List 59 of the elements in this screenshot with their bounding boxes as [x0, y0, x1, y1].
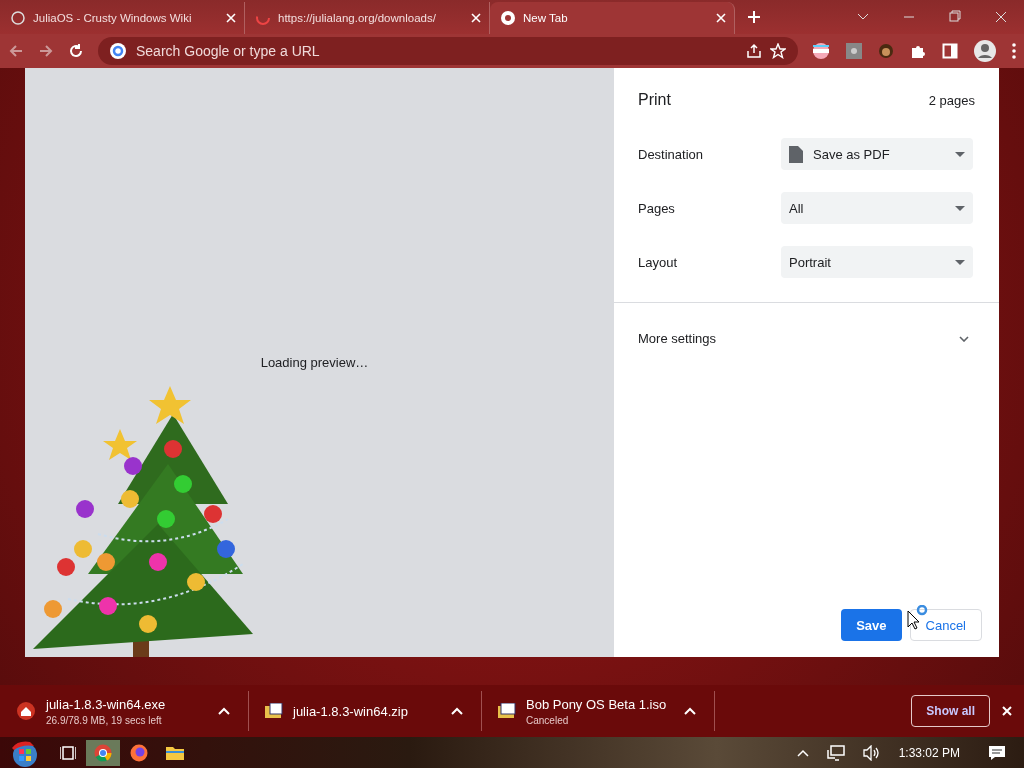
chevron-icon [959, 335, 969, 342]
profile-icon[interactable] [974, 40, 996, 62]
clock[interactable]: 1:33:02 PM [898, 746, 960, 760]
more-settings-toggle[interactable]: More settings [614, 303, 999, 346]
globe-icon [10, 10, 26, 26]
save-button[interactable]: Save [841, 609, 902, 641]
show-all-button[interactable]: Show all [911, 695, 990, 727]
download-filename[interactable]: julia-1.8.3-win64.zip [293, 703, 441, 719]
network-icon[interactable] [826, 745, 845, 761]
chevron-up-icon[interactable] [684, 707, 696, 715]
chevron-up-icon[interactable] [218, 707, 230, 715]
dropdown-arrow-icon [955, 259, 965, 265]
back-icon[interactable] [8, 43, 24, 59]
julia-app-icon [16, 701, 36, 721]
download-filename[interactable]: Bob Pony OS Beta 1.iso [526, 696, 674, 712]
page-count: 2 pages [928, 92, 975, 108]
document-icon [789, 145, 803, 163]
avatar-icon[interactable] [878, 43, 894, 59]
notification-icon[interactable] [988, 745, 1006, 761]
google-icon [110, 43, 126, 59]
close-icon[interactable] [1002, 706, 1012, 716]
setting-dropdown[interactable]: Save as PDF [781, 138, 973, 170]
dialog-title: Print [638, 91, 671, 109]
chrome-taskbar-icon[interactable] [86, 740, 120, 766]
task-view-icon[interactable] [60, 745, 76, 761]
close-icon[interactable] [226, 13, 236, 23]
chrome-icon [500, 10, 516, 26]
setting-label: Pages [638, 200, 676, 216]
browser-tab[interactable]: New Tab [490, 2, 735, 34]
star-icon[interactable] [770, 43, 786, 59]
new-tab-icon[interactable] [747, 10, 761, 24]
puzzle-icon[interactable] [910, 43, 926, 59]
flag-icon[interactable] [812, 42, 830, 60]
chevron-up-icon[interactable] [451, 707, 463, 715]
chevron-up-icon[interactable] [796, 749, 809, 757]
dropdown-arrow-icon [955, 205, 965, 211]
download-status: Canceled [526, 714, 570, 726]
side-panel-icon[interactable] [942, 43, 958, 59]
address-bar[interactable]: Search Google or type a URL [98, 37, 798, 65]
folder-icon[interactable] [166, 745, 184, 761]
share-icon[interactable] [746, 43, 762, 59]
setting-label: Layout [638, 254, 679, 270]
close-icon[interactable] [471, 13, 481, 23]
setting-label: Destination [638, 146, 705, 162]
dropdown-arrow-icon [955, 151, 965, 157]
firefox-icon[interactable] [130, 744, 148, 762]
speaker-icon[interactable] [862, 745, 881, 761]
zip-file-icon [265, 703, 283, 719]
download-filename[interactable]: julia-1.8.3-win64.exe [46, 696, 208, 712]
setting-dropdown[interactable]: All [781, 192, 973, 224]
setting-dropdown[interactable]: Portrait [781, 246, 973, 278]
reload-icon[interactable] [68, 43, 84, 59]
close-icon[interactable] [716, 13, 726, 23]
disc-image-icon [498, 703, 516, 719]
download-status: 26.9/78.9 MB, 19 secs left [46, 714, 163, 726]
menu-icon[interactable] [1012, 43, 1016, 59]
loading-text: Loading preview… [260, 355, 369, 370]
forward-icon[interactable] [38, 43, 54, 59]
cancel-button[interactable]: Cancel [909, 609, 982, 641]
